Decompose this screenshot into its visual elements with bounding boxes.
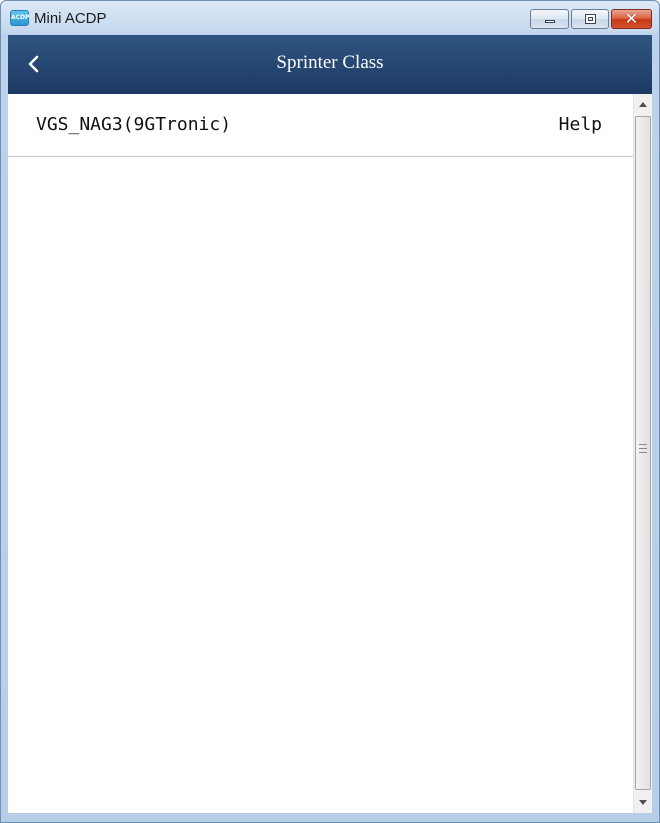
- close-button[interactable]: ✕: [611, 9, 652, 29]
- page-title: Sprinter Class: [276, 52, 384, 73]
- close-icon: ✕: [624, 9, 639, 28]
- vertical-scrollbar[interactable]: [633, 94, 652, 813]
- scroll-up-arrow-icon[interactable]: [634, 96, 652, 114]
- restore-icon: [585, 14, 596, 24]
- window-title: Mini ACDP: [34, 10, 107, 27]
- app-header: Sprinter Class: [8, 35, 652, 94]
- grip-icon: [639, 444, 647, 453]
- minimize-button[interactable]: [530, 9, 569, 29]
- app-icon: ACDP: [10, 10, 29, 26]
- list-item[interactable]: VGS_NAG3(9GTronic) Help: [8, 94, 633, 157]
- client-area: Sprinter Class VGS_NAG3(9GTronic) Help: [8, 35, 652, 813]
- app-icon-text: ACDP: [11, 14, 30, 21]
- app-window: ACDP Mini ACDP ✕ Sprinter Class VGS_NAG3…: [0, 0, 660, 823]
- scroll-thumb[interactable]: [635, 116, 651, 790]
- item-list: VGS_NAG3(9GTronic) Help: [8, 94, 633, 813]
- scroll-down-arrow-icon[interactable]: [634, 793, 652, 811]
- help-link[interactable]: Help: [559, 114, 602, 135]
- list-item-label: VGS_NAG3(9GTronic): [36, 114, 232, 135]
- minimize-icon: [545, 20, 555, 23]
- title-bar[interactable]: ACDP Mini ACDP ✕: [1, 1, 659, 35]
- maximize-button[interactable]: [571, 9, 609, 29]
